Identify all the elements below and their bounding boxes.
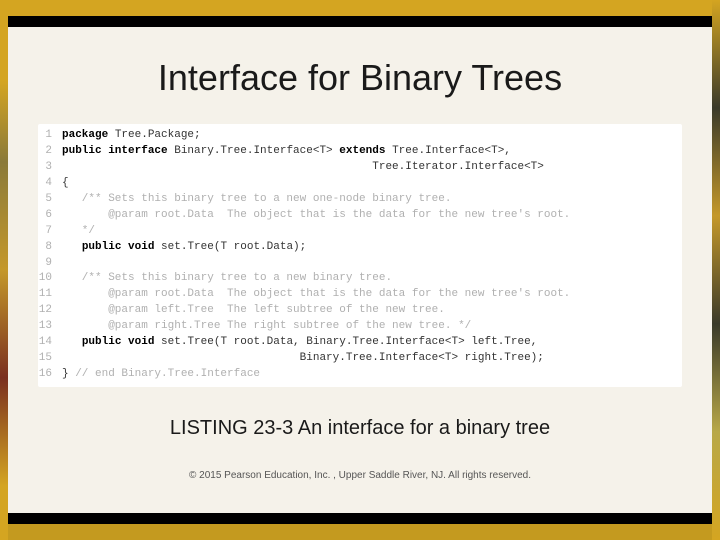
code-content: package Tree.Package; <box>62 128 201 144</box>
page-title: Interface for Binary Trees <box>38 57 682 99</box>
line-number: 9 <box>38 256 62 272</box>
line-number: 5 <box>38 192 62 208</box>
code-content: @param left.Tree The left subtree of the… <box>62 303 445 319</box>
line-number: 4 <box>38 176 62 192</box>
code-line: 4{ <box>38 176 682 192</box>
code-line: 13 @param right.Tree The right subtree o… <box>38 319 682 335</box>
code-line: 14 public void set.Tree(T root.Data, Bin… <box>38 335 682 351</box>
code-line: 9 <box>38 256 682 272</box>
line-number: 16 <box>38 367 62 383</box>
line-number: 8 <box>38 240 62 256</box>
line-number: 14 <box>38 335 62 351</box>
code-line: 11 @param root.Data The object that is t… <box>38 287 682 303</box>
code-content: public void set.Tree(T root.Data); <box>62 240 306 256</box>
code-content: } // end Binary.Tree.Interface <box>62 367 260 383</box>
code-line: 3 Tree.Iterator.Interface<T> <box>38 160 682 176</box>
code-line: 5 /** Sets this binary tree to a new one… <box>38 192 682 208</box>
code-line: 12 @param left.Tree The left subtree of … <box>38 303 682 319</box>
code-line: 8 public void set.Tree(T root.Data); <box>38 240 682 256</box>
slide: Interface for Binary Trees 1package Tree… <box>8 27 712 513</box>
code-line: 2public interface Binary.Tree.Interface<… <box>38 144 682 160</box>
line-number: 6 <box>38 208 62 224</box>
code-content: @param root.Data The object that is the … <box>62 208 570 224</box>
listing-caption: LISTING 23-3 An interface for a binary t… <box>38 417 682 440</box>
code-line: 16} // end Binary.Tree.Interface <box>38 367 682 383</box>
code-content: public void set.Tree(T root.Data, Binary… <box>62 335 537 351</box>
line-number: 3 <box>38 160 62 176</box>
line-number: 12 <box>38 303 62 319</box>
code-line: 10 /** Sets this binary tree to a new bi… <box>38 271 682 287</box>
line-number: 1 <box>38 128 62 144</box>
line-number: 11 <box>38 287 62 303</box>
line-number: 15 <box>38 351 62 367</box>
code-content: { <box>62 176 69 192</box>
code-line: 15 Binary.Tree.Interface<T> right.Tree); <box>38 351 682 367</box>
code-listing: 1package Tree.Package;2public interface … <box>38 124 682 387</box>
code-content: */ <box>62 224 95 240</box>
line-number: 10 <box>38 271 62 287</box>
code-line: 7 */ <box>38 224 682 240</box>
code-content: /** Sets this binary tree to a new one-n… <box>62 192 451 208</box>
code-content: Tree.Iterator.Interface<T> <box>62 160 544 176</box>
code-content: Binary.Tree.Interface<T> right.Tree); <box>62 351 544 367</box>
line-number: 7 <box>38 224 62 240</box>
code-line: 6 @param root.Data The object that is th… <box>38 208 682 224</box>
code-content: @param right.Tree The right subtree of t… <box>62 319 471 335</box>
code-content: @param root.Data The object that is the … <box>62 287 570 303</box>
copyright-text: © 2015 Pearson Education, Inc. , Upper S… <box>38 470 682 481</box>
code-line: 1package Tree.Package; <box>38 128 682 144</box>
line-number: 2 <box>38 144 62 160</box>
code-content: public interface Binary.Tree.Interface<T… <box>62 144 511 160</box>
code-content: /** Sets this binary tree to a new binar… <box>62 271 392 287</box>
line-number: 13 <box>38 319 62 335</box>
